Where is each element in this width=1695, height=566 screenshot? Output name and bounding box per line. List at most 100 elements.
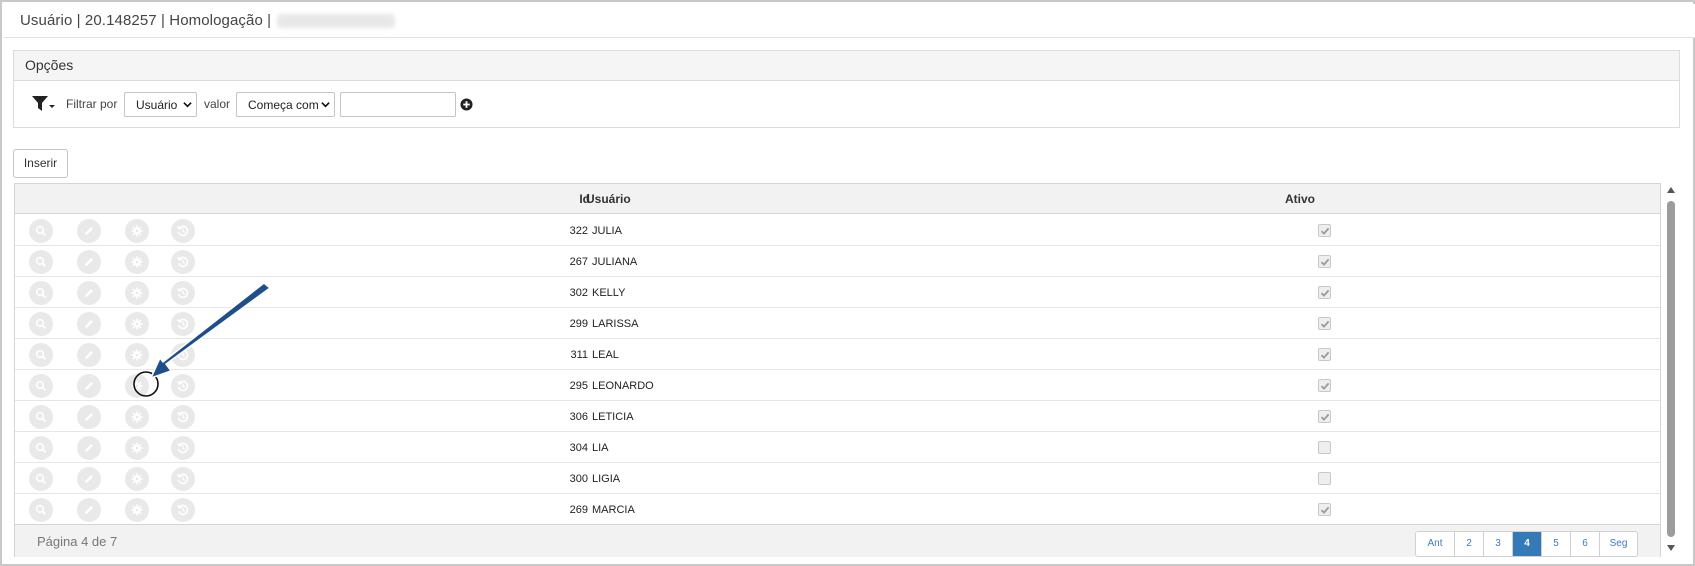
table-row[interactable]: 304 LIA bbox=[15, 432, 1660, 463]
scroll-up-icon[interactable] bbox=[1667, 187, 1675, 193]
gear-icon[interactable] bbox=[125, 343, 149, 367]
table-row[interactable]: 300 LIGIA bbox=[15, 463, 1660, 494]
cell-user: LEAL bbox=[592, 349, 619, 361]
history-icon[interactable] bbox=[171, 281, 195, 305]
cell-id: 322 bbox=[569, 225, 588, 237]
edit-icon[interactable] bbox=[77, 405, 101, 429]
pager-page[interactable]: 2 bbox=[1454, 532, 1483, 556]
table-row[interactable]: 299 LARISSA bbox=[15, 308, 1660, 339]
table-row[interactable]: 302 KELLY bbox=[15, 277, 1660, 308]
pager-page[interactable]: 5 bbox=[1541, 532, 1570, 556]
cell-id: 304 bbox=[569, 442, 588, 454]
scroll-down-icon[interactable] bbox=[1667, 545, 1675, 551]
gear-icon[interactable] bbox=[125, 467, 149, 491]
cell-id: 302 bbox=[569, 287, 588, 299]
cell-id: 306 bbox=[569, 411, 588, 423]
gear-icon[interactable] bbox=[125, 498, 149, 522]
history-icon[interactable] bbox=[171, 219, 195, 243]
history-icon[interactable] bbox=[171, 405, 195, 429]
cell-id: 269 bbox=[569, 504, 588, 516]
search-icon[interactable] bbox=[29, 436, 53, 460]
table-row[interactable]: 306 LETICIA bbox=[15, 401, 1660, 432]
active-checkbox bbox=[1318, 441, 1331, 454]
add-filter-icon[interactable] bbox=[460, 98, 473, 111]
history-icon[interactable] bbox=[171, 312, 195, 336]
cell-user: LIA bbox=[592, 442, 609, 454]
cell-user: MARCIA bbox=[592, 504, 635, 516]
table-row[interactable]: 311 LEAL bbox=[15, 339, 1660, 370]
cell-id: 311 bbox=[570, 349, 588, 361]
edit-icon[interactable] bbox=[77, 281, 101, 305]
edit-icon[interactable] bbox=[77, 467, 101, 491]
edit-icon[interactable] bbox=[77, 436, 101, 460]
table-row[interactable]: 322 JULIA bbox=[15, 215, 1660, 246]
filter-field-value: Usuário bbox=[136, 98, 178, 112]
active-checkbox bbox=[1318, 348, 1331, 361]
cell-user: LEONARDO bbox=[592, 380, 654, 392]
search-icon[interactable] bbox=[29, 281, 53, 305]
page-title: Usuário | 20.148257 | Homologação | bbox=[20, 12, 396, 29]
history-icon[interactable] bbox=[171, 343, 195, 367]
title-bar: Usuário | 20.148257 | Homologação | bbox=[4, 4, 1695, 38]
filter-dropdown-icon[interactable] bbox=[31, 93, 55, 115]
filter-field-select[interactable]: Usuário bbox=[124, 92, 197, 117]
search-icon[interactable] bbox=[29, 250, 53, 274]
chevron-down-icon bbox=[183, 102, 192, 108]
table-row[interactable]: 295 LEONARDO bbox=[15, 370, 1660, 401]
grid-footer: Página 4 de 7 Ant 2 3 4 5 6 Seg bbox=[15, 524, 1660, 557]
pagination: Ant 2 3 4 5 6 Seg bbox=[1415, 531, 1638, 557]
vertical-scrollbar[interactable] bbox=[1665, 183, 1677, 557]
history-icon[interactable] bbox=[171, 250, 195, 274]
search-icon[interactable] bbox=[29, 219, 53, 243]
edit-icon[interactable] bbox=[77, 374, 101, 398]
filter-value-input[interactable] bbox=[340, 92, 456, 117]
gear-icon[interactable] bbox=[125, 436, 149, 460]
active-checkbox bbox=[1318, 503, 1331, 516]
filter-operator-select[interactable]: Começa com bbox=[236, 92, 335, 117]
options-panel: Opções Filtrar por Usuário valor Começa … bbox=[13, 50, 1680, 128]
pager-page[interactable]: 6 bbox=[1570, 532, 1599, 556]
filter-operator-value: Começa com bbox=[248, 98, 319, 112]
pager-page[interactable]: 3 bbox=[1483, 532, 1512, 556]
pager-page-current[interactable]: 4 bbox=[1512, 532, 1541, 556]
edit-icon[interactable] bbox=[77, 498, 101, 522]
active-checkbox bbox=[1318, 224, 1331, 237]
history-icon[interactable] bbox=[171, 467, 195, 491]
column-header-user[interactable]: Usuário bbox=[586, 192, 631, 206]
gear-icon[interactable] bbox=[125, 374, 149, 398]
edit-icon[interactable] bbox=[77, 343, 101, 367]
column-header-active[interactable]: Ativo bbox=[1285, 192, 1315, 206]
pager-next[interactable]: Seg bbox=[1599, 532, 1637, 556]
edit-icon[interactable] bbox=[77, 312, 101, 336]
cell-user: JULIANA bbox=[592, 256, 638, 268]
active-checkbox bbox=[1318, 379, 1331, 392]
gear-icon[interactable] bbox=[125, 219, 149, 243]
table-row[interactable]: 267 JULIANA bbox=[15, 246, 1660, 277]
active-checkbox bbox=[1318, 286, 1331, 299]
gear-icon[interactable] bbox=[125, 281, 149, 305]
page-title-text: Usuário | 20.148257 | Homologação | bbox=[20, 12, 272, 29]
table-row[interactable]: 269 MARCIA bbox=[15, 494, 1660, 525]
filter-by-label: Filtrar por bbox=[66, 97, 118, 111]
insert-button[interactable]: Inserir bbox=[13, 149, 68, 178]
history-icon[interactable] bbox=[171, 374, 195, 398]
gear-icon[interactable] bbox=[125, 312, 149, 336]
search-icon[interactable] bbox=[29, 312, 53, 336]
scroll-thumb[interactable] bbox=[1667, 201, 1675, 537]
gear-icon[interactable] bbox=[125, 250, 149, 274]
search-icon[interactable] bbox=[29, 374, 53, 398]
pager-prev[interactable]: Ant bbox=[1416, 532, 1454, 556]
search-icon[interactable] bbox=[29, 405, 53, 429]
edit-icon[interactable] bbox=[77, 219, 101, 243]
grid-header: Id Usuário Ativo bbox=[15, 184, 1660, 214]
search-icon[interactable] bbox=[29, 343, 53, 367]
history-icon[interactable] bbox=[171, 498, 195, 522]
active-checkbox bbox=[1318, 472, 1331, 485]
cell-id: 299 bbox=[569, 318, 588, 330]
history-icon[interactable] bbox=[171, 436, 195, 460]
search-icon[interactable] bbox=[29, 498, 53, 522]
search-icon[interactable] bbox=[29, 467, 53, 491]
users-grid: Id Usuário Ativo 322 JULIA 267 JULIANA 302 KE… bbox=[14, 183, 1661, 557]
edit-icon[interactable] bbox=[77, 250, 101, 274]
gear-icon[interactable] bbox=[125, 405, 149, 429]
